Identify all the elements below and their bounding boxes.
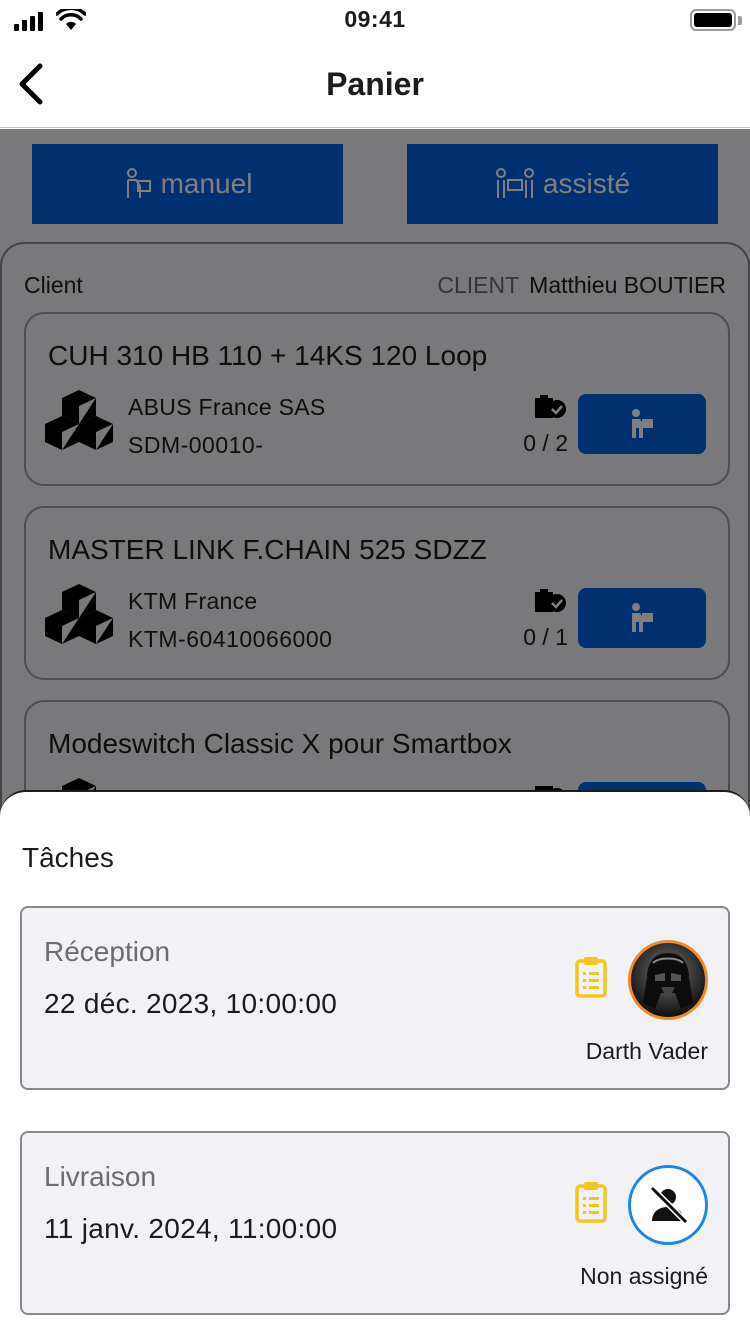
page-title: Panier — [326, 66, 424, 102]
task-card-reception[interactable]: Réception 22 déc. 2023, 10:00:00 Darth V… — [20, 906, 730, 1090]
status-bar: 09:41 — [0, 0, 750, 40]
unassigned-avatar[interactable] — [628, 1165, 708, 1245]
task-name: Réception — [44, 936, 171, 967]
task-name: Livraison — [44, 1161, 157, 1192]
status-time: 09:41 — [344, 6, 406, 32]
battery-tip — [738, 16, 742, 25]
clipboard-icon[interactable] — [574, 1181, 608, 1223]
task-assignee: Non assigné — [580, 1263, 708, 1289]
clipboard-icon[interactable] — [574, 956, 608, 998]
sheet-title: Tâches — [22, 842, 114, 873]
avatar[interactable] — [628, 940, 708, 1020]
darth-vader-avatar-image — [643, 953, 693, 1009]
task-card-livraison[interactable]: Livraison 11 janv. 2024, 11:00:00 Non as… — [20, 1131, 730, 1315]
task-date: 11 janv. 2024, 11:00:00 — [44, 1213, 338, 1244]
task-date: 22 déc. 2023, 10:00:00 — [44, 988, 338, 1019]
unassigned-user-icon — [649, 1185, 689, 1225]
tasks-bottom-sheet: Tâches Réception 22 déc. 2023, 10:00:00 … — [0, 790, 750, 1334]
task-assignee: Darth Vader — [585, 1038, 708, 1064]
battery-icon — [690, 9, 736, 31]
navigation-bar: Panier — [0, 40, 750, 128]
